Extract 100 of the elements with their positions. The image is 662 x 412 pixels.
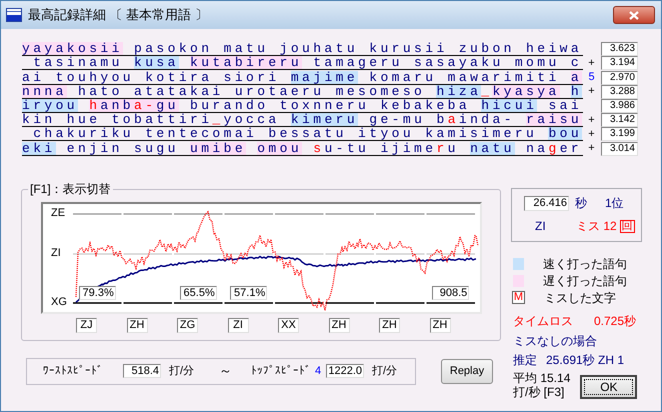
rank-field: ZH <box>430 318 450 332</box>
average-unit-text: 打/秒 [F3] <box>513 384 566 398</box>
rank-text: ZI <box>535 218 547 235</box>
time-field: 3.623 <box>601 42 638 56</box>
legend-label: ミスした文字 <box>544 290 616 306</box>
close-icon <box>629 10 639 20</box>
value-field: 65.5% <box>180 286 217 300</box>
axis-label: XG <box>51 296 67 308</box>
highlighted-word: kusa <box>134 56 179 70</box>
replay-button[interactable]: Replay <box>441 358 493 384</box>
place-text: 1位 <box>605 195 624 212</box>
ok-button[interactable]: OK <box>580 374 638 398</box>
highlighted-word: eki <box>22 142 56 154</box>
value-field: 79.3% <box>78 286 116 300</box>
time-field: 3.986 <box>601 98 638 113</box>
window-title: 最高記録詳細 〔 基本常用語 〕 <box>28 6 208 24</box>
highlighted-word: iryou <box>22 98 78 112</box>
estimate-value: 25.691秒 ZH 1 <box>546 352 624 368</box>
highlighted-word: natu <box>470 142 515 154</box>
count-mark: 4 <box>315 364 322 379</box>
close-button[interactable] <box>613 6 655 24</box>
highlighted-word: raisu <box>526 113 582 126</box>
plus-mark: + <box>588 142 595 154</box>
typed-text: er <box>560 142 582 154</box>
rank-field: ZG <box>177 318 198 332</box>
window-icon <box>6 8 22 22</box>
axis-label: ZE <box>51 206 66 220</box>
typed-text: komaru mawarimiti <box>368 70 561 84</box>
typed-text: burando toxnneru kebakeba <box>189 98 472 112</box>
typed-text: ai touhyou kotira siori <box>22 70 281 84</box>
typed-text: sai <box>548 98 582 112</box>
rank-field: ZI <box>228 318 248 332</box>
unit-label: 打/分 <box>372 364 398 379</box>
typed-text: ge-mu b <box>368 113 448 126</box>
time-field: 3.288 <box>601 84 638 99</box>
top-speed-field: 1222.0 <box>326 364 364 378</box>
highlighted-word: nnna <box>22 84 67 98</box>
highlighted-word: bou <box>548 127 582 140</box>
typed-text: tasinamu <box>32 56 124 70</box>
miss-count-text: ミス 12 <box>576 218 617 235</box>
highlighted-word: kimeru <box>290 113 358 126</box>
plus-mark: + <box>588 114 595 126</box>
average-speed-text: 平均 15.14 <box>513 370 570 384</box>
axis-label: ZI <box>51 246 61 260</box>
top-speed-label: ﾄｯﾌﾟｽﾋﾟｰﾄﾞ <box>251 364 312 379</box>
highlighted-word: umibe <box>190 142 246 154</box>
missed-letter: r <box>436 142 448 154</box>
typed-text: tamageru sasayaku momu c <box>312 56 582 70</box>
typed-text: yocca <box>224 113 281 126</box>
time-loss-value: 0.725秒 <box>594 312 636 330</box>
rank-field: ZH <box>126 318 148 332</box>
legend-label: 速く打った語句 <box>543 256 627 272</box>
missed-letter: a- <box>134 98 156 112</box>
tilde-text: ～ <box>219 362 233 380</box>
unit-label: 打/分 <box>169 364 196 379</box>
count-mark: 5 <box>588 72 595 83</box>
time-loss-label: タイムロス <box>513 312 574 330</box>
time-field: 3.199 <box>601 127 638 142</box>
highlighted-word: a <box>570 70 582 84</box>
no-miss-label: ミスなしの場合 <box>513 332 598 350</box>
highlighted-word: kyasya <box>492 84 560 98</box>
time-field: 3.014 <box>601 142 638 156</box>
time-field: 26.416 <box>524 196 569 210</box>
unit-label: 秒 <box>575 195 587 212</box>
highlighted-word: h <box>570 84 582 98</box>
rank-field: ZH <box>379 318 400 332</box>
typed-text: inda- <box>458 113 516 126</box>
typed-text: chakuriku tentecomai bessatu ityou kamisimeru <box>32 127 538 140</box>
typed-text: kin hue tobattiri <box>22 113 212 126</box>
highlighted-word: anb <box>100 98 134 112</box>
missed-letter: _ <box>481 84 492 98</box>
rank-field: ZJ <box>76 318 97 332</box>
typed-text: na <box>525 142 548 154</box>
miss-sample: M <box>512 291 525 304</box>
typed-text: enjin sugu <box>66 142 180 154</box>
worst-speed-label: ﾜｰｽﾄｽﾋﾟｰﾄﾞ <box>43 364 104 379</box>
typed-text: u-tu ijime <box>324 142 436 154</box>
rank-field: XX <box>278 318 299 332</box>
missed-letter: g <box>548 142 560 154</box>
estimate-label: 推定 <box>513 352 538 368</box>
missed-letter: h <box>89 98 100 112</box>
plus-mark: + <box>588 86 595 98</box>
typed-text: u <box>448 142 460 154</box>
legend-label: 遅く打った語句 <box>543 272 627 290</box>
time-field: 3.142 <box>601 113 638 128</box>
value-field: 908.5 <box>432 286 470 300</box>
highlighted-word: hiza <box>436 84 482 98</box>
plus-mark: + <box>588 58 595 69</box>
highlighted-word: kutabireru <box>190 56 302 70</box>
highlighted-word: majime <box>290 70 358 84</box>
time-field: 2.970 <box>601 70 638 85</box>
missed-letter: _ <box>212 113 224 126</box>
worst-speed-field: 518.4 <box>123 364 161 378</box>
plus-mark: + <box>588 128 595 140</box>
typed-text: hato atatakai urotaeru mesomeso <box>78 84 426 98</box>
typed-text: pasokon matu jouhatu kurusii zubon heiwa <box>133 42 582 56</box>
group-title: [F1]：表示切替 <box>28 180 113 196</box>
missed-letter: a <box>448 113 459 126</box>
missed-letter: s <box>313 142 324 154</box>
rank-field: ZH <box>328 318 350 332</box>
